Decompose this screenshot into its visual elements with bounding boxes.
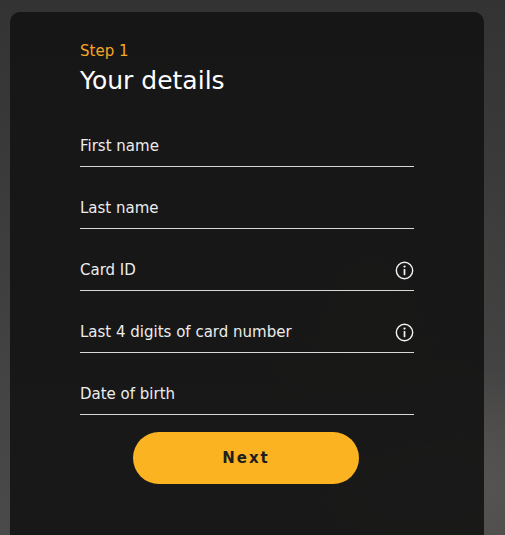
field-label: Date of birth <box>80 384 175 404</box>
text-field[interactable]: Last 4 digits of card number <box>80 291 414 353</box>
text-field[interactable]: First name <box>80 105 414 167</box>
details-card: Step 1 Your details First name Last name Car… <box>10 12 484 535</box>
info-icon[interactable] <box>395 323 414 342</box>
page: Step 1 Your details First name Last name Car… <box>0 0 505 535</box>
info-icon[interactable] <box>395 261 414 280</box>
field-label: Last 4 digits of card number <box>80 322 292 342</box>
field-label: Last name <box>80 198 159 218</box>
field-label: First name <box>80 136 159 156</box>
text-field[interactable]: Last name <box>80 167 414 229</box>
form-title: Your details <box>80 66 414 96</box>
field-label: Card ID <box>80 260 136 280</box>
field-list: First name Last name Card ID Last 4 digits … <box>80 105 414 415</box>
text-field[interactable]: Date of birth <box>80 353 414 415</box>
text-field[interactable]: Card ID <box>80 229 414 291</box>
next-button[interactable]: Next <box>133 432 359 484</box>
step-label: Step 1 <box>80 42 414 60</box>
